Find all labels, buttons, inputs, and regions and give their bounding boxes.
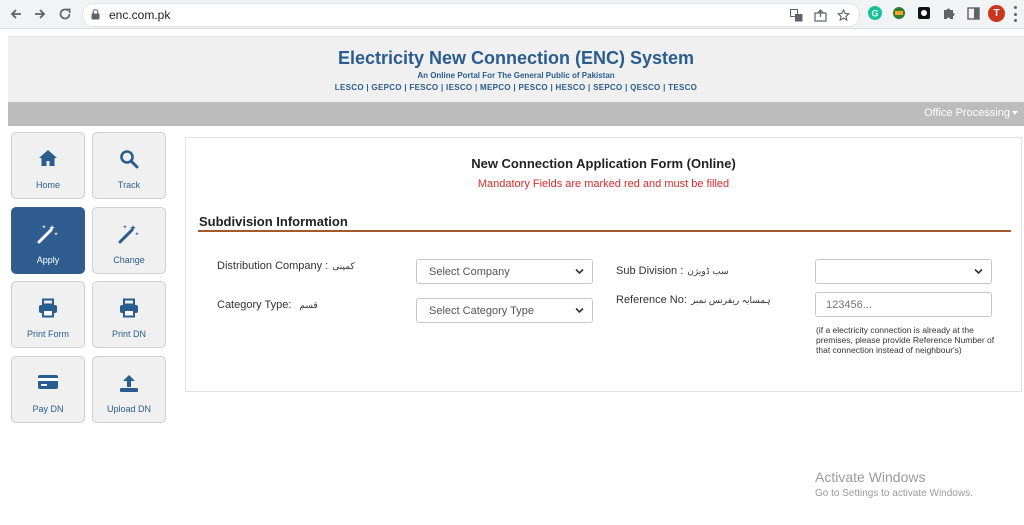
sidebar-item-label: Pay DN	[32, 404, 64, 414]
sidebar-item-track[interactable]: Track	[92, 132, 166, 199]
activate-windows-title: Activate Windows	[815, 469, 926, 485]
forward-button[interactable]	[30, 4, 50, 24]
translate-button[interactable]	[788, 7, 804, 23]
arrow-left-icon	[10, 9, 21, 19]
arrow-right-icon	[35, 9, 46, 19]
browser-menu-button[interactable]	[1012, 6, 1018, 22]
profile-avatar[interactable]: T	[988, 5, 1005, 22]
svg-text:G: G	[871, 9, 878, 19]
sub-division-label: Sub Division : سب ڈویژن	[616, 265, 729, 277]
chevron-down-icon	[974, 268, 983, 275]
star-icon	[836, 8, 850, 21]
category-type-text: Category Type:	[217, 299, 292, 311]
translate-icon	[789, 8, 802, 21]
distribution-company-value: Select Company	[429, 266, 510, 278]
url-text: enc.com.pk	[109, 8, 171, 22]
sidebar-item-change[interactable]: Change	[92, 207, 166, 274]
share-button[interactable]	[812, 7, 828, 23]
menu-bar: Office Processing	[8, 102, 1024, 126]
site-header: Electricity New Connection (ENC) System …	[8, 36, 1024, 103]
distribution-company-urdu: کمپنی	[332, 261, 355, 271]
browser-toolbar: enc.com.pk G T	[0, 0, 1024, 29]
reference-no-text: Reference No:	[616, 294, 687, 306]
sidebar-item-label: Upload DN	[106, 404, 152, 414]
sub-division-urdu: سب ڈویژن	[687, 266, 729, 276]
lock-icon	[91, 9, 100, 20]
puzzle-icon	[944, 8, 955, 19]
chevron-down-icon	[575, 307, 584, 314]
office-processing-label: Office Processing	[923, 107, 1010, 119]
sub-division-select[interactable]	[815, 259, 992, 284]
sidebar-item-home[interactable]: Home	[11, 132, 85, 199]
sidebar-item-print-dn[interactable]: Print DN	[92, 281, 166, 348]
office-processing-menu[interactable]: Office Processing	[924, 107, 1018, 119]
extension-button-3[interactable]	[916, 5, 932, 21]
sidebar-item-print-form[interactable]: Print Form	[11, 281, 85, 348]
reload-icon	[59, 8, 71, 20]
reference-no-label: Reference No: ہمسایہ ریفرنس نمبر	[616, 294, 771, 306]
section-title: Subdivision Information	[199, 214, 348, 229]
site-subtitle: An Online Portal For The General Public …	[417, 71, 615, 80]
category-type-value: Select Category Type	[429, 305, 534, 317]
share-icon	[813, 8, 827, 22]
form-title: New Connection Application Form (Online)	[471, 156, 736, 171]
side-panel-icon	[966, 6, 980, 20]
magic-wand-icon	[118, 225, 139, 244]
extension-icon	[918, 7, 930, 19]
reference-no-urdu: ہمسایہ ریفرنس نمبر	[690, 295, 771, 305]
extensions-button[interactable]	[941, 5, 957, 21]
magic-wand-icon	[37, 225, 58, 244]
upload-icon	[120, 375, 138, 392]
activate-windows-subtitle: Go to Settings to activate Windows.	[815, 488, 973, 499]
printer-icon	[120, 298, 138, 318]
distribution-company-select[interactable]: Select Company	[416, 259, 593, 284]
side-panel-button[interactable]	[965, 5, 981, 21]
search-icon	[120, 150, 139, 169]
address-bar[interactable]: enc.com.pk	[82, 3, 860, 27]
category-type-label: Category Type: قسم	[217, 299, 318, 311]
credit-card-icon	[38, 375, 58, 389]
sidebar-item-label: Print Form	[26, 329, 69, 339]
category-type-urdu: قسم	[299, 300, 318, 310]
reference-no-input[interactable]	[815, 292, 992, 317]
sidebar-item-label: Print DN	[111, 329, 146, 339]
sidebar-item-label: Change	[113, 255, 145, 265]
distribution-company-text: Distribution Company :	[217, 260, 329, 272]
sidebar-item-upload-dn[interactable]: Upload DN	[92, 356, 166, 423]
sidebar-item-label: Track	[117, 180, 141, 190]
extension-button-2[interactable]	[891, 5, 907, 21]
caret-down-icon	[1012, 111, 1018, 116]
reload-button[interactable]	[55, 4, 75, 24]
application-form-panel: New Connection Application Form (Online)…	[185, 137, 1022, 392]
sidebar-item-label: Apply	[36, 255, 60, 265]
chevron-down-icon	[575, 268, 584, 275]
bookmark-button[interactable]	[835, 7, 851, 23]
site-title: Electricity New Connection (ENC) System	[337, 48, 695, 68]
mandatory-note: Mandatory Fields are marked red and must…	[477, 178, 730, 190]
reference-help-text: (if a electricity connection is already …	[816, 325, 995, 355]
distribution-company-label: Distribution Company : کمپنی	[217, 260, 355, 272]
printer-icon	[39, 298, 57, 318]
companies-list: LESCO | GEPCO | FESCO | IESCO | MEPCO | …	[334, 83, 698, 92]
section-divider	[198, 230, 1011, 232]
category-type-select[interactable]: Select Category Type	[416, 298, 593, 323]
home-icon	[39, 150, 57, 166]
sidebar-item-apply[interactable]: Apply	[11, 207, 85, 274]
extension-icon	[893, 7, 905, 19]
sub-division-text: Sub Division :	[616, 265, 684, 277]
grammarly-extension[interactable]: G	[867, 5, 883, 21]
sidebar-item-pay-dn[interactable]: Pay DN	[11, 356, 85, 423]
grammarly-icon: G	[868, 6, 882, 20]
sidebar-item-label: Home	[35, 180, 60, 190]
back-button[interactable]	[6, 4, 26, 24]
